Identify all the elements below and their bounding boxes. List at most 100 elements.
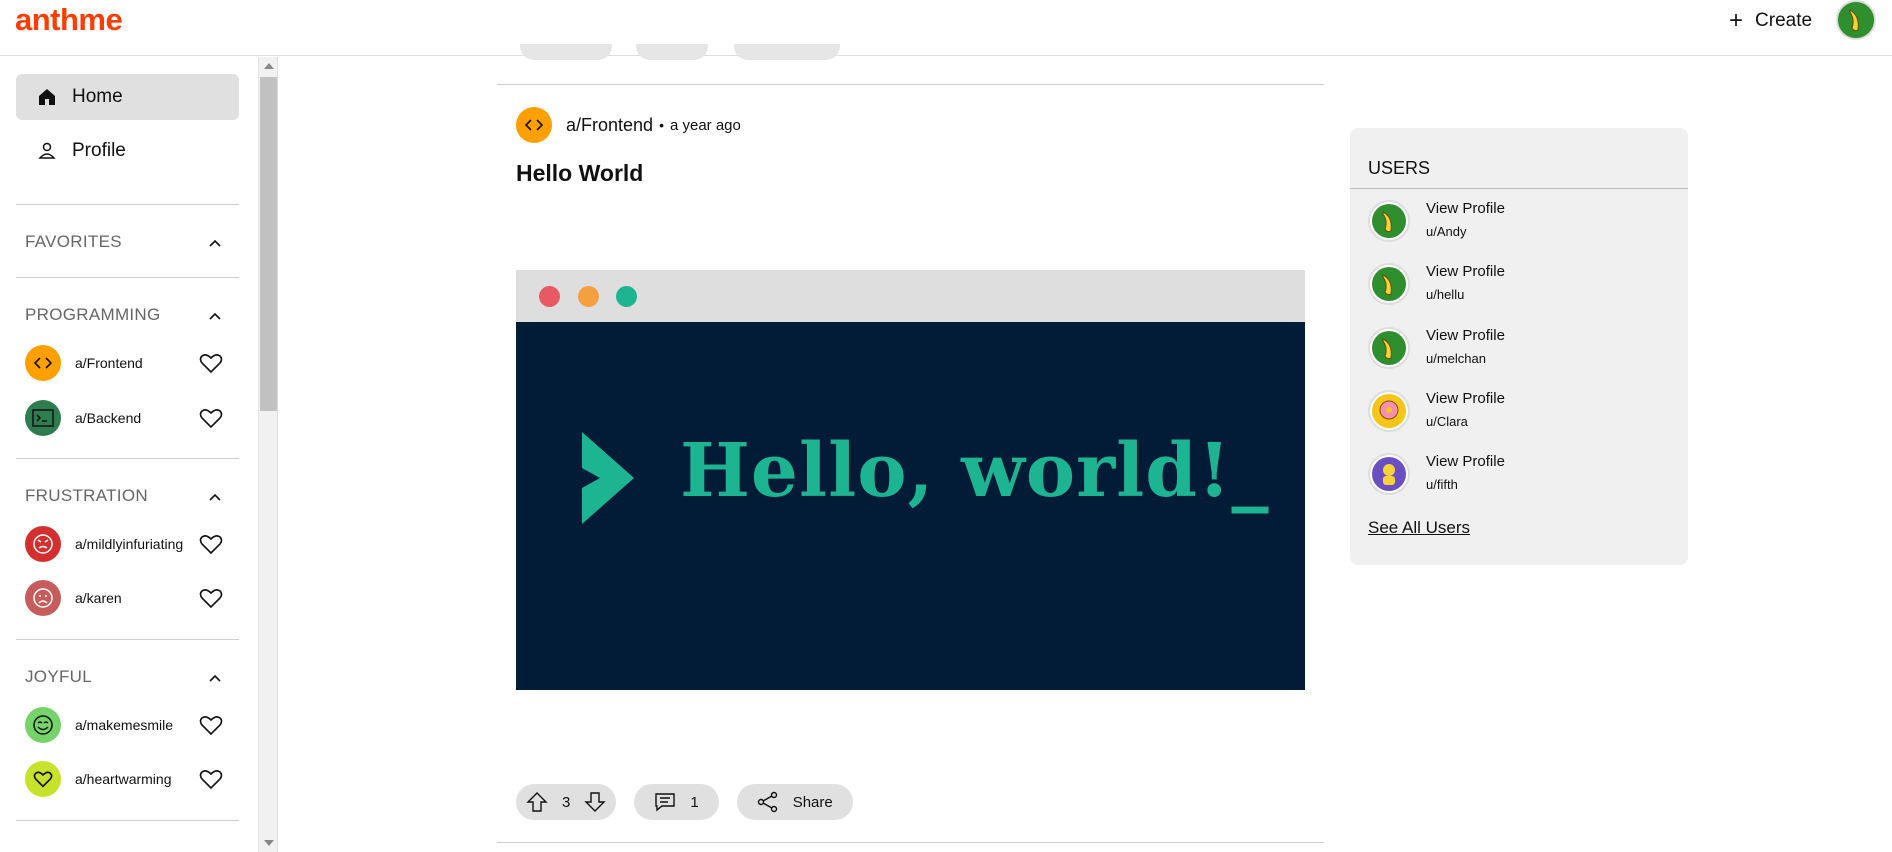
sidebar-scrollbar[interactable] xyxy=(258,57,278,852)
banana-avatar-icon[interactable] xyxy=(1368,327,1410,369)
view-profile-link[interactable]: View Profile xyxy=(1426,200,1505,217)
sidebar-item-label: Home xyxy=(72,86,123,107)
green-window-dot-icon xyxy=(616,286,637,307)
section-title-frustration: FRUSTRATION xyxy=(25,486,148,505)
user-avatar[interactable] xyxy=(1836,0,1876,40)
sidebar-community-heartwarming[interactable]: a/heartwarming xyxy=(25,760,245,798)
home-icon xyxy=(36,86,58,108)
divider xyxy=(16,458,239,459)
downvote-arrow-icon[interactable] xyxy=(584,791,607,813)
user-row: View Profile u/melchan xyxy=(1368,325,1668,371)
heart-outline-icon[interactable] xyxy=(199,714,223,736)
user-row: View Profile u/hellu xyxy=(1368,261,1668,307)
create-label: Create xyxy=(1755,10,1813,31)
community-name: a/makemesmile xyxy=(75,717,174,733)
sidebar-item-profile[interactable]: Profile xyxy=(16,128,239,174)
post-divider xyxy=(497,842,1324,843)
angry-face-icon xyxy=(25,526,61,562)
divider xyxy=(16,277,239,278)
post-title[interactable]: Hello World xyxy=(516,160,643,187)
post-image[interactable]: Hello, world!_ xyxy=(516,270,1305,690)
view-profile-link[interactable]: View Profile xyxy=(1426,453,1505,470)
section-title-favorites: FAVORITES xyxy=(25,232,122,251)
character-avatar-icon[interactable] xyxy=(1368,453,1410,495)
post-timestamp: a year ago xyxy=(669,116,741,134)
username: u/Clara xyxy=(1426,414,1468,429)
yellow-window-dot-icon xyxy=(578,286,599,307)
scroll-thumb[interactable] xyxy=(260,77,277,411)
plus-icon: + xyxy=(1729,7,1744,34)
username: u/Andy xyxy=(1426,224,1467,239)
divider xyxy=(1350,188,1688,189)
smile-face-icon xyxy=(25,707,61,743)
previous-post-action-stub xyxy=(636,44,708,60)
sidebar-community-karen[interactable]: a/karen xyxy=(25,579,245,617)
view-profile-link[interactable]: View Profile xyxy=(1426,263,1505,280)
view-profile-link[interactable]: View Profile xyxy=(1426,390,1505,407)
community-name: a/heartwarming xyxy=(75,771,172,787)
person-icon xyxy=(36,140,58,162)
create-button[interactable]: + Create xyxy=(1729,8,1812,34)
share-button[interactable]: Share xyxy=(736,784,853,820)
divider xyxy=(16,204,239,205)
comment-count: 1 xyxy=(690,793,699,811)
scroll-down-arrow-icon[interactable] xyxy=(264,840,274,846)
community-name: a/Backend xyxy=(75,410,142,426)
user-row: View Profile u/Andy xyxy=(1368,198,1668,244)
share-label: Share xyxy=(792,793,833,811)
comments-button[interactable]: 1 xyxy=(634,784,719,820)
upvote-arrow-icon[interactable] xyxy=(526,791,548,813)
sidebar-community-makemesmile[interactable]: a/makemesmile xyxy=(25,706,245,744)
banana-avatar-icon[interactable] xyxy=(1368,263,1410,305)
heart-outline-icon[interactable] xyxy=(199,533,223,555)
chevron-up-icon[interactable] xyxy=(207,670,223,686)
play-chevron-icon xyxy=(582,432,634,524)
users-panel-title: USERS xyxy=(1368,158,1431,178)
chevron-up-icon[interactable] xyxy=(207,235,223,251)
previous-post-action-stub xyxy=(520,44,612,60)
community-name: a/karen xyxy=(75,590,122,606)
vote-pill: 3 xyxy=(516,784,617,820)
vote-count: 3 xyxy=(562,793,571,811)
sidebar-community-frontend[interactable]: a/Frontend xyxy=(25,344,245,382)
user-row: View Profile u/fifth xyxy=(1368,451,1668,497)
community-name: a/mildlyinfuriating xyxy=(75,536,184,552)
banana-avatar-icon[interactable] xyxy=(1368,200,1410,242)
code-icon[interactable] xyxy=(516,107,552,143)
banana-avatar-icon xyxy=(1838,2,1874,38)
divider xyxy=(16,639,239,640)
sidebar: Home Profile FAVORITES PROGRAMMING a/Fro… xyxy=(0,57,260,852)
section-title-joyful: JOYFUL xyxy=(25,667,92,686)
sad-face-icon xyxy=(25,580,61,616)
sidebar-community-backend[interactable]: a/Backend xyxy=(25,399,245,437)
heart-outline-icon[interactable] xyxy=(199,352,223,374)
donut-avatar-icon[interactable] xyxy=(1368,390,1410,432)
see-all-users-link[interactable]: See All Users xyxy=(1368,518,1470,538)
separator-dot: • xyxy=(659,117,664,133)
sidebar-item-label: Profile xyxy=(72,140,126,161)
heart-outline-icon[interactable] xyxy=(199,768,223,790)
heart-outline-icon[interactable] xyxy=(199,587,223,609)
red-window-dot-icon xyxy=(539,286,560,307)
post-header: a/Frontend • a year ago xyxy=(516,107,741,143)
scroll-up-arrow-icon[interactable] xyxy=(264,63,274,69)
username: u/melchan xyxy=(1426,351,1486,366)
post-community-link[interactable]: a/Frontend xyxy=(566,115,653,136)
previous-post-action-stub xyxy=(734,44,840,60)
username: u/hellu xyxy=(1426,287,1465,302)
username: u/fifth xyxy=(1426,477,1458,492)
sidebar-community-mildlyinfuriating[interactable]: a/mildlyinfuriating xyxy=(25,525,245,563)
divider xyxy=(16,820,239,821)
chevron-up-icon[interactable] xyxy=(207,308,223,324)
post-divider xyxy=(497,84,1324,85)
app-logo[interactable]: anthme xyxy=(15,2,123,38)
sidebar-item-home[interactable]: Home xyxy=(16,74,239,120)
code-icon xyxy=(25,345,61,381)
heart-icon xyxy=(25,761,61,797)
view-profile-link[interactable]: View Profile xyxy=(1426,327,1505,344)
chevron-up-icon[interactable] xyxy=(207,489,223,505)
heart-outline-icon[interactable] xyxy=(199,407,223,429)
top-header: anthme + Create xyxy=(0,0,1892,56)
hello-world-text: Hello, world!_ xyxy=(680,428,1270,514)
comment-icon xyxy=(655,793,676,812)
